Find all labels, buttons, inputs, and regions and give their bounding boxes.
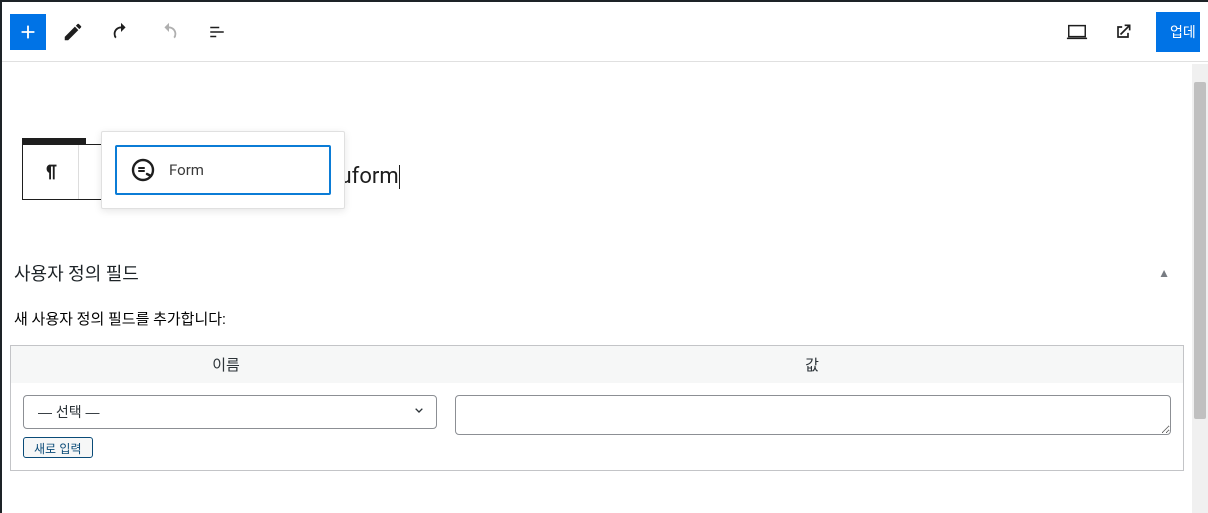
custom-fields-table: 이름 값 — 선택 — 새로 입력 [10, 345, 1184, 471]
undo-button[interactable] [100, 11, 142, 53]
outline-icon [207, 23, 227, 41]
redo-button [148, 11, 190, 53]
preview-external-button[interactable] [1102, 11, 1144, 53]
vertical-scrollbar[interactable] [1192, 64, 1208, 513]
app-frame: 업데 Form /quform [2, 2, 1208, 513]
custom-fields-panel: 사용자 정의 필드 ▲ 새 사용자 정의 필드를 추가합니다: 이름 값 — 선… [2, 250, 1192, 501]
scrollbar-thumb[interactable] [1194, 82, 1206, 419]
col-header-name: 이름 [11, 346, 441, 383]
block-suggestion-popover: Form [101, 131, 345, 209]
name-column: — 선택 — 새로 입력 [23, 395, 437, 458]
editor-content-area[interactable]: Form /quform [2, 64, 1192, 200]
custom-fields-header[interactable]: 사용자 정의 필드 ▲ [10, 250, 1184, 300]
custom-field-name-select[interactable]: — 선택 — [23, 395, 437, 429]
name-select-wrap: — 선택 — [23, 395, 437, 429]
text-caret [399, 165, 400, 189]
top-toolbar: 업데 [2, 2, 1208, 62]
block-option-label: Form [169, 161, 204, 179]
block-type-button[interactable] [23, 145, 79, 199]
custom-fields-subheading: 새 사용자 정의 필드를 추가합니다: [10, 300, 1184, 345]
pencil-icon [62, 21, 84, 43]
toolbar-right-group: 업데 [1056, 11, 1200, 53]
redo-icon [158, 21, 180, 43]
custom-field-value-textarea[interactable] [455, 395, 1171, 435]
editor-canvas: Form /quform 사용자 정의 필드 ▲ 새 사용자 정의 필드를 추가… [2, 64, 1192, 513]
toolbar-left-group [10, 11, 238, 53]
add-block-button[interactable] [10, 14, 46, 50]
collapse-caret-icon: ▲ [1158, 266, 1180, 280]
document-outline-button[interactable] [196, 11, 238, 53]
edit-mode-button[interactable] [52, 11, 94, 53]
desktop-icon [1066, 21, 1088, 43]
block-toolbar: Form [22, 144, 314, 200]
table-body-row: — 선택 — 새로 입력 [11, 383, 1183, 470]
external-link-icon [1113, 22, 1133, 42]
plus-icon [17, 21, 39, 43]
value-column [455, 395, 1171, 458]
paragraph-icon [40, 161, 62, 183]
col-header-value: 값 [441, 346, 1183, 383]
update-button[interactable]: 업데 [1156, 12, 1200, 52]
view-button[interactable] [1056, 11, 1098, 53]
new-input-button[interactable]: 새로 입력 [23, 437, 93, 458]
table-header-row: 이름 값 [11, 346, 1183, 383]
custom-fields-title: 사용자 정의 필드 [14, 260, 139, 286]
block-option-form[interactable]: Form [115, 145, 331, 195]
quform-icon [131, 158, 155, 182]
undo-icon [110, 21, 132, 43]
